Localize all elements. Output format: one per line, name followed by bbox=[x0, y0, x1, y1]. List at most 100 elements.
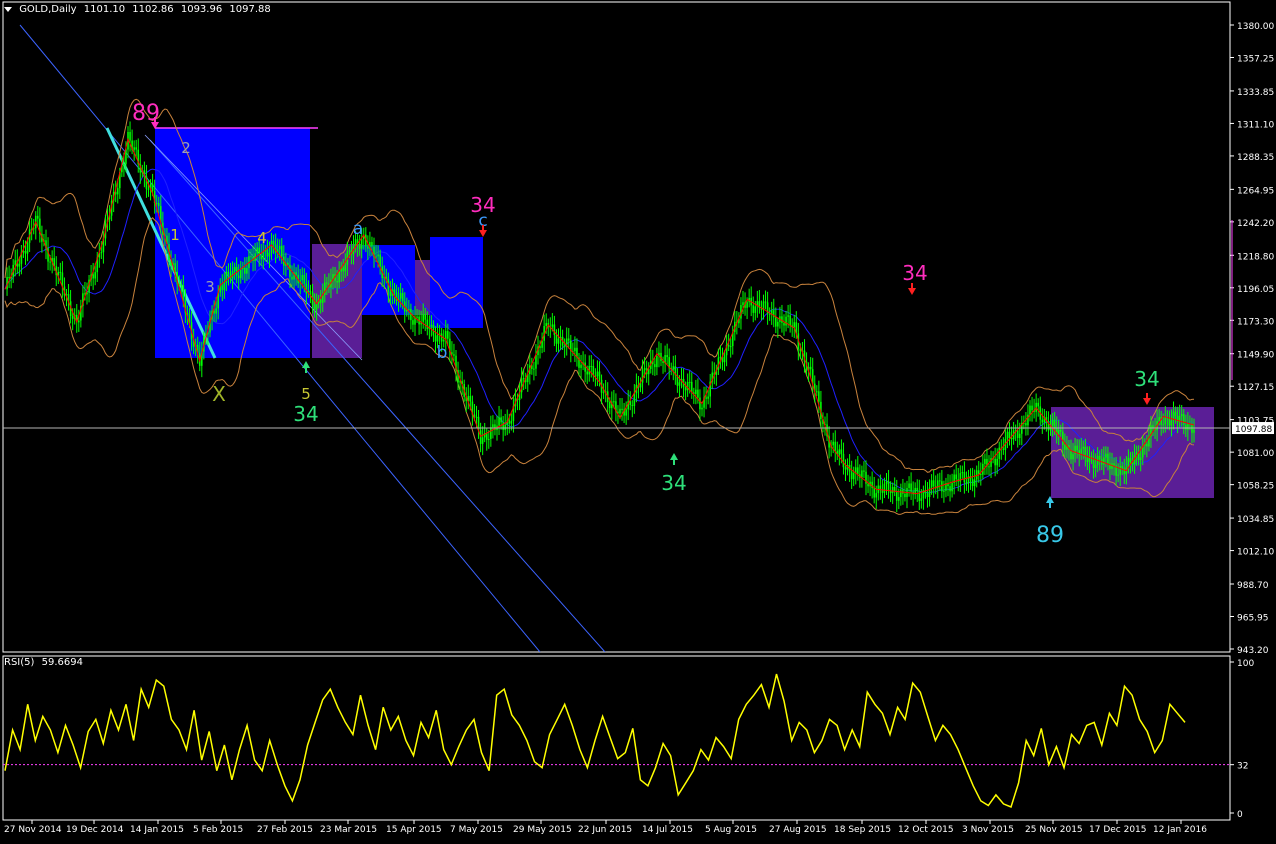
candle-body bbox=[1082, 446, 1085, 449]
candle-body bbox=[900, 489, 902, 498]
candle-body bbox=[1037, 402, 1039, 407]
price-axis-label: 988.70 bbox=[1237, 581, 1269, 591]
candle-body bbox=[426, 319, 429, 330]
price-axis-label: 1034.85 bbox=[1237, 515, 1274, 525]
candle-body bbox=[479, 430, 482, 444]
candle-body bbox=[1164, 416, 1167, 425]
candle-body bbox=[422, 314, 424, 322]
candle-body bbox=[1002, 448, 1005, 450]
candle-body bbox=[809, 366, 812, 370]
candle-body bbox=[1086, 457, 1089, 463]
candle-body bbox=[719, 356, 722, 358]
rsi-axis-label: 100 bbox=[1237, 659, 1254, 669]
chart-window[interactable]: 1380.00 1357.25 1333.85 1311.10 1288.35 1264.… bbox=[0, 0, 1276, 840]
candle-body bbox=[135, 147, 137, 150]
window-menu-icon[interactable] bbox=[4, 6, 12, 12]
candle-body bbox=[723, 355, 726, 363]
current-price-label: 1097.88 bbox=[1235, 425, 1272, 435]
high-value: 1102.86 bbox=[132, 4, 174, 15]
price-axis-label: 1218.80 bbox=[1237, 252, 1274, 262]
candle-body bbox=[863, 470, 865, 472]
candle-body bbox=[697, 389, 699, 398]
candle-body bbox=[157, 203, 160, 207]
rsi-label: RSI(5) bbox=[4, 657, 35, 668]
wave-label: a bbox=[353, 219, 363, 239]
candle-body bbox=[78, 320, 80, 323]
candle-body bbox=[227, 271, 230, 275]
candle-body bbox=[260, 255, 263, 260]
candle-body bbox=[777, 321, 779, 327]
candle-body bbox=[1098, 455, 1101, 460]
candle-body bbox=[727, 344, 730, 347]
candle-body bbox=[272, 240, 275, 245]
candle-body bbox=[930, 480, 933, 488]
main-plot bbox=[4, 24, 1214, 652]
candle-body bbox=[1187, 423, 1189, 430]
candle-body bbox=[1139, 457, 1142, 460]
candle-body bbox=[885, 481, 888, 484]
candle-body bbox=[926, 493, 929, 498]
candle-body bbox=[916, 487, 919, 492]
price-axis-label: 1173.30 bbox=[1237, 317, 1274, 327]
price-axis-label: 1149.90 bbox=[1237, 351, 1274, 361]
candle-body bbox=[965, 482, 968, 484]
price-axis-label: 1288.35 bbox=[1237, 153, 1274, 163]
date-axis-label: 5 Feb 2015 bbox=[193, 825, 243, 835]
candle-body bbox=[932, 480, 935, 487]
candle-body bbox=[943, 490, 945, 492]
candle-body bbox=[1041, 419, 1044, 423]
candle-body bbox=[895, 491, 898, 501]
date-axis-label: 14 Jul 2015 bbox=[642, 825, 693, 835]
candle-body bbox=[1078, 450, 1080, 456]
candle-body bbox=[980, 473, 982, 475]
candle-body bbox=[695, 389, 697, 394]
price-axis-label: 1012.10 bbox=[1237, 548, 1274, 558]
close-value: 1097.88 bbox=[229, 4, 271, 15]
candle-body bbox=[563, 345, 566, 347]
candle-body bbox=[861, 470, 863, 478]
candle-body bbox=[510, 421, 513, 424]
candle-body bbox=[988, 466, 990, 468]
candle-body bbox=[567, 338, 570, 341]
candle-body bbox=[1010, 437, 1013, 440]
purple-box-1 bbox=[312, 244, 362, 358]
candle-body bbox=[244, 267, 246, 274]
date-axis-label: 5 Aug 2015 bbox=[705, 825, 757, 835]
price-axis-label: 1264.95 bbox=[1237, 186, 1274, 196]
candle-body bbox=[893, 486, 896, 492]
candle-body bbox=[256, 247, 258, 254]
candle-body bbox=[961, 472, 964, 474]
candle-body bbox=[342, 267, 345, 272]
candle-body bbox=[533, 368, 535, 370]
candle-body bbox=[818, 391, 820, 402]
candle-body bbox=[857, 467, 859, 475]
candle-body bbox=[430, 324, 433, 327]
date-axis-label: 18 Sep 2015 bbox=[834, 825, 891, 835]
candle-body bbox=[1057, 429, 1060, 435]
wave-label: X bbox=[212, 382, 226, 406]
candle-body bbox=[1053, 419, 1056, 428]
candle-body bbox=[1170, 420, 1173, 426]
candle-body bbox=[793, 322, 796, 328]
candle-body bbox=[436, 334, 439, 342]
wave-label: 3 bbox=[205, 278, 215, 296]
rsi-axis-label: 32 bbox=[1237, 762, 1248, 772]
wave-label: 34 bbox=[902, 261, 927, 285]
price-chart[interactable]: 1380.00 1357.25 1333.85 1311.10 1288.35 1264.… bbox=[0, 0, 1276, 840]
candle-body bbox=[94, 272, 96, 279]
candle-body bbox=[545, 323, 547, 326]
candle-body bbox=[586, 371, 588, 375]
candle-body bbox=[1094, 464, 1097, 468]
candle-body bbox=[303, 275, 306, 284]
candle-body bbox=[37, 215, 39, 219]
candle-body bbox=[1168, 418, 1171, 426]
candle-body bbox=[233, 267, 236, 271]
candle-body bbox=[155, 202, 158, 204]
candle-body bbox=[492, 424, 494, 428]
wave-label: 2 bbox=[181, 139, 191, 157]
price-axis-label: 1058.25 bbox=[1237, 482, 1274, 492]
candle-body bbox=[904, 493, 906, 498]
price-axis-label: 1127.15 bbox=[1237, 383, 1274, 393]
price-axis-label: 1380.00 bbox=[1237, 22, 1274, 32]
rsi-pane-border bbox=[2, 655, 1231, 821]
